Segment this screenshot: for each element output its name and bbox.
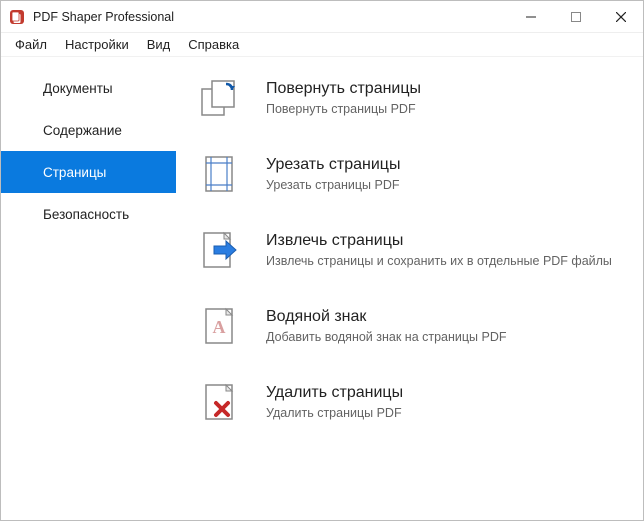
action-title: Водяной знак <box>266 308 507 326</box>
menu-file[interactable]: Файл <box>7 35 55 54</box>
action-text: Повернуть страницы Повернуть страницы PD… <box>266 80 421 116</box>
menu-settings[interactable]: Настройки <box>57 35 137 54</box>
body: Документы Содержание Страницы Безопаснос… <box>1 57 643 520</box>
action-text: Извлечь страницы Извлечь страницы и сохр… <box>266 232 612 268</box>
action-delete-pages[interactable]: Удалить страницы Удалить страницы PDF <box>196 379 627 425</box>
svg-text:A: A <box>213 317 226 337</box>
sidebar-item-label: Содержание <box>43 123 122 138</box>
sidebar-item-label: Страницы <box>43 165 106 180</box>
minimize-button[interactable] <box>508 1 553 32</box>
menu-view[interactable]: Вид <box>139 35 179 54</box>
rotate-pages-icon <box>196 75 242 121</box>
action-watermark[interactable]: A Водяной знак Добавить водяной знак на … <box>196 303 627 349</box>
action-text: Водяной знак Добавить водяной знак на ст… <box>266 308 507 344</box>
sidebar: Документы Содержание Страницы Безопаснос… <box>1 57 176 520</box>
window-controls <box>508 1 643 32</box>
sidebar-item-label: Безопасность <box>43 207 129 222</box>
sidebar-item-documents[interactable]: Документы <box>1 67 176 109</box>
titlebar: PDF Shaper Professional <box>1 1 643 33</box>
action-desc: Урезать страницы PDF <box>266 178 400 192</box>
app-title: PDF Shaper Professional <box>33 10 508 24</box>
action-desc: Повернуть страницы PDF <box>266 102 421 116</box>
action-text: Удалить страницы Удалить страницы PDF <box>266 384 403 420</box>
sidebar-item-pages[interactable]: Страницы <box>1 151 176 193</box>
action-desc: Извлечь страницы и сохранить их в отдель… <box>266 254 612 268</box>
close-button[interactable] <box>598 1 643 32</box>
action-title: Повернуть страницы <box>266 80 421 98</box>
action-extract-pages[interactable]: Извлечь страницы Извлечь страницы и сохр… <box>196 227 627 273</box>
menu-help[interactable]: Справка <box>180 35 247 54</box>
sidebar-item-label: Документы <box>43 81 113 96</box>
app-window: PDF Shaper Professional Файл Настройки В… <box>0 0 644 521</box>
action-desc: Удалить страницы PDF <box>266 406 403 420</box>
action-title: Извлечь страницы <box>266 232 612 250</box>
action-desc: Добавить водяной знак на страницы PDF <box>266 330 507 344</box>
sidebar-item-content[interactable]: Содержание <box>1 109 176 151</box>
extract-pages-icon <box>196 227 242 273</box>
action-text: Урезать страницы Урезать страницы PDF <box>266 156 400 192</box>
sidebar-item-security[interactable]: Безопасность <box>1 193 176 235</box>
action-title: Урезать страницы <box>266 156 400 174</box>
menubar: Файл Настройки Вид Справка <box>1 33 643 57</box>
watermark-icon: A <box>196 303 242 349</box>
action-title: Удалить страницы <box>266 384 403 402</box>
crop-pages-icon <box>196 151 242 197</box>
delete-pages-icon <box>196 379 242 425</box>
action-rotate-pages[interactable]: Повернуть страницы Повернуть страницы PD… <box>196 75 627 121</box>
action-crop-pages[interactable]: Урезать страницы Урезать страницы PDF <box>196 151 627 197</box>
content: Повернуть страницы Повернуть страницы PD… <box>176 57 643 520</box>
maximize-button[interactable] <box>553 1 598 32</box>
app-icon <box>9 9 25 25</box>
